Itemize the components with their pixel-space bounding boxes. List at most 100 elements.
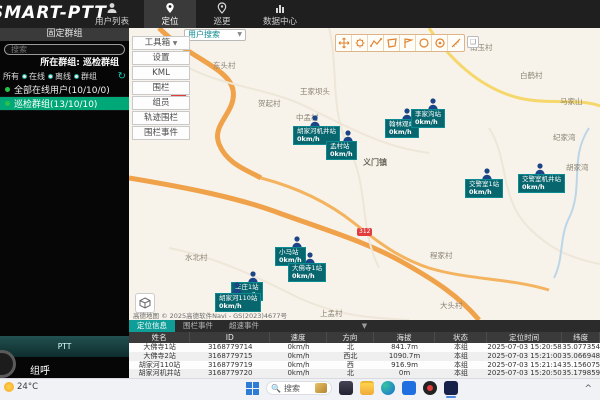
column-header[interactable]: 速度 [270, 332, 327, 343]
map-attribution: 高德地图 © 2025高德软件Navi - GS(2023)4677号 [133, 310, 287, 320]
flag-icon [402, 37, 414, 49]
map-user-search-dropdown[interactable]: 用户搜索 ▼ [184, 29, 246, 41]
bottom-tab-inactive[interactable]: 超速事件 [221, 320, 267, 332]
group-call-label[interactable]: 组呼 [30, 362, 50, 377]
taskbar-icon-edge-browser[interactable] [381, 381, 395, 395]
weather-widget[interactable]: 24°C [4, 382, 38, 392]
taskbar-icon-task-view[interactable] [339, 381, 353, 395]
radio-icon [74, 74, 79, 79]
sidebar: 固定群组 所在群组: 巡检群组 所有在线离线群组↻ 全部在线用户(10/10/0… [0, 28, 129, 378]
table-cell: 35.077354 [562, 343, 600, 352]
polygon-icon [386, 37, 398, 49]
taskbar-icon-file-explorer[interactable] [360, 381, 374, 395]
refresh-icon[interactable]: ↻ [118, 72, 126, 82]
table-row[interactable]: 胡家河110站31687797190km/h西916.9m本组2025-07-0… [129, 361, 600, 370]
table-cell: 0km/h [270, 369, 327, 378]
table-row[interactable]: 胡家河机井站31687797200km/h北0m本组2025-07-03 15:… [129, 369, 600, 378]
table-cell: 大佛寺1站 [129, 343, 190, 352]
start-button[interactable] [246, 382, 259, 395]
marker-label: 孟村站0km/h [326, 141, 357, 160]
weather-temp: 24°C [17, 382, 38, 392]
marker-label: 大佛寺1站0km/h [288, 263, 326, 282]
map-menu-item[interactable]: 工具箱 ▼ [132, 36, 190, 50]
table-header: 姓名ID速度方向海拔状态定位时间纬度 [129, 332, 600, 343]
filter-option[interactable]: 在线 [22, 71, 45, 82]
table-cell: 大佛寺2站 [129, 352, 190, 361]
taskbar-search-placeholder: 搜索 [284, 383, 300, 394]
place-label: 水北村 [185, 252, 208, 263]
sidebar-search-input[interactable] [4, 44, 125, 55]
map-menu-item[interactable]: 围栏事件 [132, 126, 190, 140]
map-menu-item[interactable]: KML [132, 66, 190, 80]
tray-chevron-icon[interactable]: ^ [584, 384, 592, 394]
filter-option[interactable]: 群组 [74, 71, 97, 82]
group-list-item[interactable]: 巡检群组(13/10/10) [0, 97, 129, 111]
map-tool-circle[interactable] [416, 35, 432, 51]
marker-speed: 0km/h [292, 272, 315, 280]
table-cell: 1090.7m [374, 352, 435, 361]
radio-icon [22, 74, 27, 79]
column-header[interactable]: 纬度 [562, 332, 600, 343]
map-menu-label: 围栏事件 [144, 128, 178, 138]
disc-icon [434, 37, 446, 49]
table-cell: 西北 [327, 352, 374, 361]
place-label: 义门镇 [363, 157, 387, 168]
table-cell: 北 [327, 369, 374, 378]
online-dot-icon [5, 87, 10, 92]
layers-icon[interactable]: ❏ [467, 36, 479, 48]
taskbar-icon-media-app[interactable] [423, 381, 437, 395]
table-cell: 35.066948 [562, 352, 600, 361]
top-tab-label: 用户列表 [95, 15, 129, 27]
map-tool-pan-hand[interactable] [336, 35, 352, 51]
map-tool-polyline[interactable] [368, 35, 384, 51]
map-menu-item[interactable]: 轨迹围栏 [132, 111, 190, 125]
filter-option[interactable]: 所有 [3, 71, 19, 82]
marker-speed: 0km/h [219, 302, 242, 310]
table-cell: 胡家河机井站 [129, 369, 190, 378]
map-tool-gear[interactable] [352, 35, 368, 51]
filter-label: 群组 [81, 71, 97, 82]
place-label: 纪家湾 [553, 132, 576, 143]
top-tab-chart[interactable]: 数据中心 [248, 0, 312, 28]
column-header[interactable]: 方向 [327, 332, 374, 343]
map-tool-flag[interactable] [400, 35, 416, 51]
map-tool-disc[interactable] [432, 35, 448, 51]
taskbar-icon-store-app[interactable] [402, 381, 416, 395]
map-tool-polygon[interactable] [384, 35, 400, 51]
column-header[interactable]: 姓名 [129, 332, 190, 343]
map-menu-item[interactable]: 组员 [132, 96, 190, 110]
column-header[interactable]: 海拔 [374, 332, 435, 343]
top-tab-pin[interactable]: 定位 [144, 0, 196, 28]
taskbar-icon-ptt-app[interactable] [444, 381, 458, 395]
column-header[interactable]: 状态 [435, 332, 487, 343]
ptt-bar[interactable]: PTT [0, 336, 129, 357]
marker-label: 李家沟站0km/h [411, 109, 445, 128]
table-cell: 胡家河110站 [129, 361, 190, 370]
filter-option[interactable]: 离线 [48, 71, 71, 82]
map-menu-item[interactable]: 设置 [132, 51, 190, 65]
table-row[interactable]: 大佛寺2站31687797150km/h西北1090.7m本组2025-07-0… [129, 352, 600, 361]
map-tool-measure[interactable] [448, 35, 464, 51]
table-cell: 本组 [435, 361, 487, 370]
news-thumbnail-icon [315, 383, 327, 393]
measure-icon [450, 37, 462, 49]
bottom-tab-inactive[interactable]: 围栏事件 [175, 320, 221, 332]
map-menu-item[interactable]: 围栏 [132, 81, 190, 95]
top-tab-patrol[interactable]: 巡更 [196, 0, 248, 28]
column-header[interactable]: ID [190, 332, 270, 343]
column-header[interactable]: 定位时间 [487, 332, 562, 343]
collapse-panel-icon[interactable]: ▼ [362, 320, 367, 332]
map-draw-toolbar [335, 34, 465, 52]
place-label: 白鹤村 [520, 70, 543, 81]
table-row[interactable]: 大佛寺1站31687797140km/h北841.7m本组2025-07-03 … [129, 343, 600, 352]
bottom-tab-active[interactable]: 定位信息 [129, 320, 175, 332]
table-cell: 2025-07-03 15:20:58 [487, 343, 562, 352]
top-tab-user[interactable]: 用户列表 [80, 0, 144, 28]
table-cell: 0m [374, 369, 435, 378]
sidebar-title: 固定群组 [0, 28, 129, 41]
group-list-item[interactable]: 全部在线用户(10/10/0) [0, 83, 129, 97]
map-canvas[interactable]: 用户搜索 ▼ 工具箱 ▼设置KML围栏组员轨迹围栏围栏事件 ❏ 福银高速3433… [129, 28, 600, 320]
place-label: 贺起村 [258, 98, 281, 109]
map-menu-label: 设置 [152, 53, 169, 63]
taskbar-search[interactable]: 🔍 搜索 [266, 381, 332, 395]
